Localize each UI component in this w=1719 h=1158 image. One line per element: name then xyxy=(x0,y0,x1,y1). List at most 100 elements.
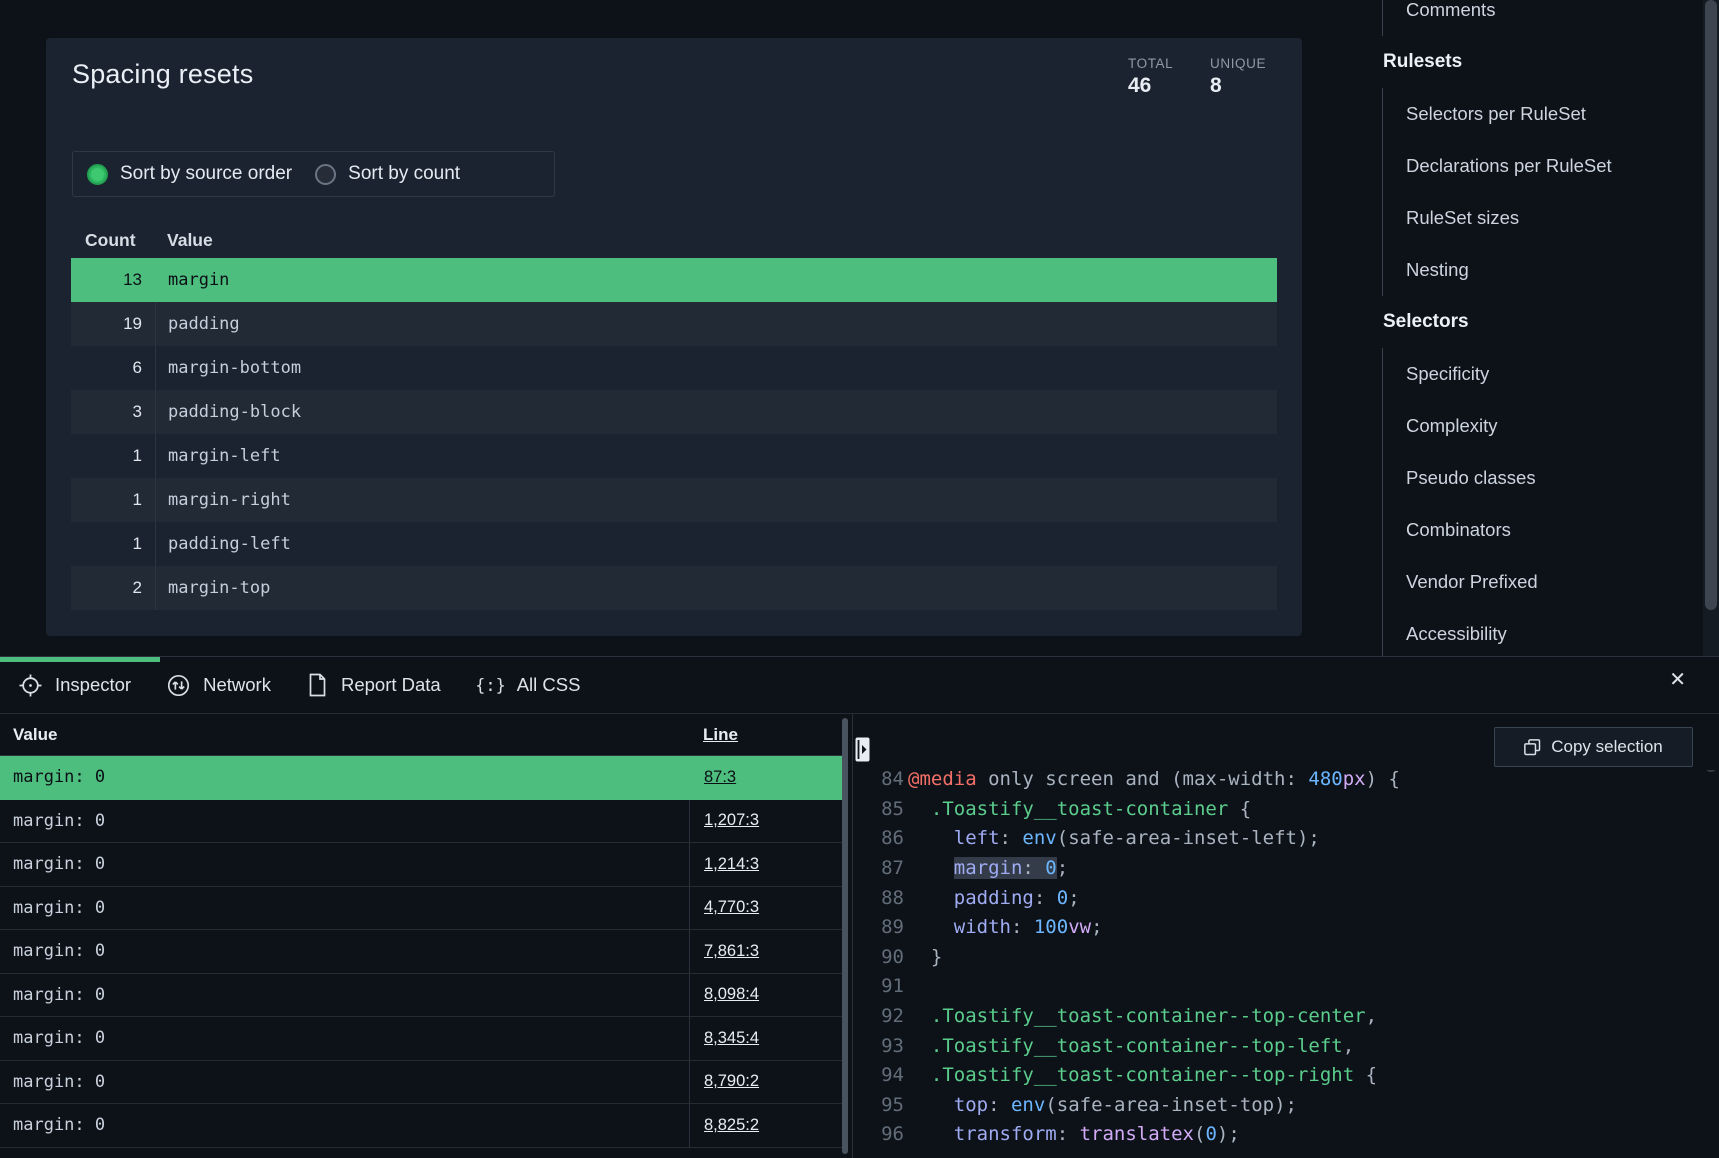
declarations-table: 13margin19padding6margin-bottom3padding-… xyxy=(71,258,1277,610)
count-column-header: Count xyxy=(71,230,155,251)
sidebar-section-selectors[interactable]: Selectors xyxy=(1348,296,1703,348)
line-number: 95 xyxy=(853,1094,904,1116)
line-number: 87 xyxy=(853,857,904,879)
code-line-96: 96 transform: translatex(0); xyxy=(853,1120,1240,1150)
line-number: 91 xyxy=(853,975,904,997)
pane-scrollbar-thumb[interactable] xyxy=(842,718,848,1154)
line-link[interactable]: 4,770:3 xyxy=(704,898,759,917)
value-header: Value xyxy=(13,725,57,745)
unique-stat: UNIQUE 8 xyxy=(1210,56,1266,98)
sort-option-sort-by-source-order[interactable]: Sort by source order xyxy=(87,163,292,185)
code-line-92: 92 .Toastify__toast-container--top-cente… xyxy=(853,1001,1377,1031)
sidebar-item-pseudo-classes[interactable]: Pseudo classes xyxy=(1383,452,1703,504)
sidebar-item-accessibility[interactable]: Accessibility xyxy=(1383,608,1703,656)
tab-all-css[interactable]: {:}All CSS xyxy=(477,674,581,697)
report-nav-sidebar: CommentsRulesetsSelectors per RuleSetDec… xyxy=(1348,0,1703,656)
tab-label: Inspector xyxy=(55,674,131,696)
line-header[interactable]: Line xyxy=(703,725,738,745)
table-row-margin-bottom[interactable]: 6margin-bottom xyxy=(71,346,1277,390)
row-value: padding-left xyxy=(155,522,1277,566)
declaration-value: margin: 0 xyxy=(0,974,689,1017)
close-panel-button[interactable]: ✕ xyxy=(1669,670,1686,690)
row-value: margin-right xyxy=(155,478,1277,522)
line-link[interactable]: 87:3 xyxy=(704,768,736,787)
line-cell: 1,214:3 xyxy=(689,843,843,886)
sort-option-label: Sort by count xyxy=(348,163,460,185)
file-icon xyxy=(307,673,328,697)
line-link[interactable]: 7,861:3 xyxy=(704,942,759,961)
tab-network[interactable]: Network xyxy=(167,674,271,697)
tab-label: Network xyxy=(203,674,271,696)
table-row-margin-top[interactable]: 2margin-top xyxy=(71,566,1277,610)
sidebar-item-combinators[interactable]: Combinators xyxy=(1383,504,1703,556)
declaration-value: margin: 0 xyxy=(0,756,689,799)
line-number: 96 xyxy=(853,1123,904,1145)
code-line-90: 90 } xyxy=(853,942,942,972)
page-scrollbar[interactable] xyxy=(1703,0,1719,657)
line-link[interactable]: 1,207:3 xyxy=(704,811,759,830)
line-cell: 7,861:3 xyxy=(689,930,843,973)
table-row-margin-right[interactable]: 1margin-right xyxy=(71,478,1277,522)
inspector-row: margin: 08,345:4 xyxy=(0,1017,843,1061)
total-value: 46 xyxy=(1128,74,1173,98)
line-cell: 8,098:4 xyxy=(689,974,843,1017)
sidebar-item-specificity[interactable]: Specificity xyxy=(1383,348,1703,400)
copy-selection-button[interactable]: Copy selection xyxy=(1494,727,1693,767)
row-count: 1 xyxy=(71,434,155,478)
row-value: margin-left xyxy=(155,434,1277,478)
sidebar-item-complexity[interactable]: Complexity xyxy=(1383,400,1703,452)
spacing-resets-card: Spacing resets TOTAL 46 UNIQUE 8 Sort by… xyxy=(46,38,1302,636)
line-link[interactable]: 8,790:2 xyxy=(704,1072,759,1091)
tab-report-data[interactable]: Report Data xyxy=(307,673,441,697)
table-row-padding[interactable]: 19padding xyxy=(71,302,1277,346)
code-text: .Toastify__toast-container--top-left, xyxy=(908,1035,1354,1057)
code-line-88: 88 padding: 0; xyxy=(853,883,1080,913)
sort-option-label: Sort by source order xyxy=(120,163,292,185)
target-icon xyxy=(19,674,42,697)
active-tab-indicator xyxy=(0,657,160,662)
line-link[interactable]: 8,345:4 xyxy=(704,1029,759,1048)
sort-option-sort-by-count[interactable]: Sort by count xyxy=(315,163,460,185)
sidebar-item-declarations-per-ruleset[interactable]: Declarations per RuleSet xyxy=(1383,140,1703,192)
line-number: 85 xyxy=(853,798,904,820)
editor-toolbar: Copy selection xyxy=(853,714,1719,770)
unique-label: UNIQUE xyxy=(1210,56,1266,71)
line-link[interactable]: 1,214:3 xyxy=(704,855,759,874)
panel-content: Value Line margin: 0 87:3 margin: 0 1,207:3… xyxy=(0,714,1719,1158)
line-cell: 4,770:3 xyxy=(689,887,843,930)
table-row-padding-block[interactable]: 3padding-block xyxy=(71,390,1277,434)
code-line-85: 85 .Toastify__toast-container { xyxy=(853,794,1251,824)
row-value: margin xyxy=(155,258,1277,302)
inspector-row: margin: 0 8,098:4 xyxy=(0,974,843,1018)
tab-inspector[interactable]: Inspector xyxy=(19,674,131,697)
sort-options-group: Sort by source order Sort by count xyxy=(72,151,555,197)
sidebar-section-rulesets[interactable]: Rulesets xyxy=(1348,36,1703,88)
table-row-margin-left[interactable]: 1margin-left xyxy=(71,434,1277,478)
collapse-panel-icon[interactable] xyxy=(855,737,870,762)
sort-by-count-radio[interactable] xyxy=(315,164,336,185)
sidebar-item-vendor-prefixed[interactable]: Vendor Prefixed xyxy=(1383,556,1703,608)
inspector-row: margin: 08,790:2 xyxy=(0,1061,843,1105)
line-link[interactable]: 8,825:2 xyxy=(704,1116,759,1135)
sidebar-item-comments[interactable]: Comments xyxy=(1383,0,1703,36)
line-link[interactable]: 8,098:4 xyxy=(704,985,759,1004)
page-scrollbar-thumb[interactable] xyxy=(1705,0,1717,610)
row-value: margin-top xyxy=(155,566,1277,610)
table-row-margin[interactable]: 13margin xyxy=(71,258,1277,302)
card-title: Spacing resets xyxy=(72,59,253,90)
sidebar-item-ruleset-sizes[interactable]: RuleSet sizes xyxy=(1383,192,1703,244)
code-text: transform: translatex(0); xyxy=(908,1123,1240,1145)
code-line-86: 86 left: env(safe-area-inset-left); xyxy=(853,824,1320,854)
declaration-value: margin: 0 xyxy=(0,930,689,973)
line-cell: 87:3 xyxy=(689,756,843,799)
value-line-table: Value Line margin: 0 87:3 margin: 0 1,207:3… xyxy=(0,714,843,1158)
table-row-padding-left[interactable]: 1padding-left xyxy=(71,522,1277,566)
line-cell: 8,790:2 xyxy=(689,1061,843,1104)
sidebar-item-selectors-per-ruleset[interactable]: Selectors per RuleSet xyxy=(1383,88,1703,140)
code-text: top: env(safe-area-inset-top); xyxy=(908,1094,1297,1116)
sidebar-item-nesting[interactable]: Nesting xyxy=(1383,244,1703,296)
sort-by-source-order-radio[interactable] xyxy=(87,164,108,185)
row-count: 2 xyxy=(71,566,155,610)
declaration-value: margin: 0 xyxy=(0,843,689,886)
row-count: 19 xyxy=(71,302,155,346)
